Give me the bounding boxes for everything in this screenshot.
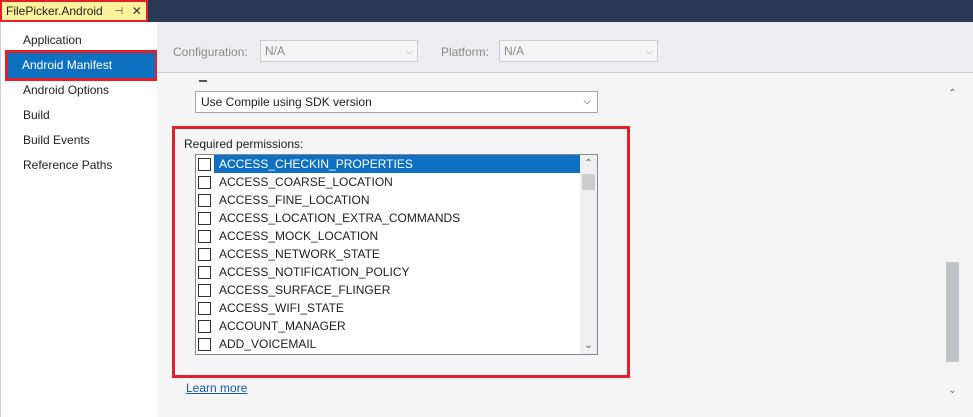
permission-name: ACCOUNT_MANAGER <box>219 319 346 333</box>
sidebar-item-android-options[interactable]: Android Options <box>1 78 158 103</box>
list-item[interactable]: ACCESS_COARSE_LOCATION <box>196 173 580 191</box>
list-item[interactable]: ACCESS_NOTIFICATION_POLICY <box>196 263 580 281</box>
permission-name: ACCESS_FINE_LOCATION <box>219 193 370 207</box>
configuration-label: Configuration: <box>173 45 248 59</box>
list-item[interactable]: ACCOUNT_MANAGER <box>196 317 580 335</box>
permissions-scrollbar[interactable]: ⌃ ⌄ <box>580 155 597 354</box>
permission-name: ACCESS_NETWORK_STATE <box>219 247 380 261</box>
document-tab-bar: FilePicker.Android ⊣ ✕ <box>0 0 973 22</box>
list-item[interactable]: ACCESS_SURFACE_FLINGER <box>196 281 580 299</box>
chevron-down-icon[interactable]: ⌄ <box>944 382 961 399</box>
target-sdk-value: Use Compile using SDK version <box>201 95 372 109</box>
platform-value: N/A <box>504 44 525 58</box>
target-sdk-select[interactable]: Use Compile using SDK version ⌵ <box>195 91 598 113</box>
sidebar-item-application[interactable]: Application <box>1 28 158 53</box>
permission-name: ACCESS_MOCK_LOCATION <box>219 229 379 243</box>
platform-select: N/A ⌵ <box>499 40 658 62</box>
permission-checkbox[interactable] <box>198 337 211 351</box>
main-scroll-thumb[interactable] <box>946 262 959 362</box>
sidebar-item-android-manifest[interactable]: Android Manifest <box>5 50 158 81</box>
permissions-list[interactable]: ACCESS_CHECKIN_PROPERTIES ACCESS_COARSE_… <box>195 154 598 355</box>
chevron-up-icon[interactable]: ⌃ <box>580 155 597 172</box>
document-tab-title: FilePicker.Android <box>6 4 103 18</box>
required-permissions-label: Required permissions: <box>184 137 304 151</box>
sidebar-item-build-events[interactable]: Build Events <box>1 128 158 153</box>
list-item[interactable]: ACCESS_FINE_LOCATION <box>196 191 580 209</box>
permission-name: ACCESS_NOTIFICATION_POLICY <box>219 265 410 279</box>
chevron-down-icon: ⌵ <box>646 46 653 56</box>
close-icon[interactable]: ✕ <box>131 4 143 18</box>
sidebar-item-build[interactable]: Build <box>1 103 158 128</box>
configuration-value: N/A <box>265 44 286 58</box>
list-item[interactable]: ACCESS_CHECKIN_PROPERTIES <box>196 155 580 173</box>
permission-name: ACCESS_SURFACE_FLINGER <box>219 283 391 297</box>
permission-checkbox[interactable] <box>198 193 211 207</box>
permission-name: ACCESS_COARSE_LOCATION <box>219 175 393 189</box>
permission-checkbox[interactable] <box>198 247 211 261</box>
chevron-up-icon[interactable]: ⌃ <box>944 85 961 102</box>
platform-label: Platform: <box>441 45 490 59</box>
list-item[interactable]: ADD_VOICEMAIL <box>196 335 580 353</box>
permission-checkbox[interactable] <box>198 157 211 171</box>
permission-checkbox[interactable] <box>198 301 211 315</box>
permissions-scroll-thumb[interactable] <box>582 174 595 190</box>
permission-name: ACCESS_LOCATION_EXTRA_COMMANDS <box>219 211 461 225</box>
sidebar-item-reference-paths[interactable]: Reference Paths <box>1 153 158 178</box>
document-tab[interactable]: FilePicker.Android ⊣ ✕ <box>0 0 148 22</box>
learn-more-link[interactable]: Learn more <box>186 381 247 395</box>
list-item[interactable]: ACCESS_WIFI_STATE <box>196 299 580 317</box>
chevron-down-icon[interactable]: ⌄ <box>580 337 597 354</box>
properties-sidebar: Application Android Manifest Android Opt… <box>0 22 158 417</box>
permission-name: ADD_VOICEMAIL <box>219 337 317 351</box>
list-item[interactable]: ACCESS_MOCK_LOCATION <box>196 227 580 245</box>
main-scrollbar[interactable]: ⌃ ⌄ <box>944 80 961 417</box>
permission-name: ACCESS_WIFI_STATE <box>219 301 344 315</box>
list-item[interactable]: ACCESS_LOCATION_EXTRA_COMMANDS <box>196 209 580 227</box>
pin-icon[interactable]: ⊣ <box>113 6 125 17</box>
list-item[interactable]: ACCESS_NETWORK_STATE <box>196 245 580 263</box>
chevron-down-icon: ⌵ <box>406 46 413 56</box>
clipped-heading-fragment <box>199 79 207 82</box>
permission-checkbox[interactable] <box>198 319 211 333</box>
permission-name: ACCESS_CHECKIN_PROPERTIES <box>219 157 413 171</box>
chevron-down-icon: ⌵ <box>583 96 591 107</box>
permission-checkbox[interactable] <box>198 283 211 297</box>
configuration-select: N/A ⌵ <box>260 40 418 62</box>
permission-checkbox[interactable] <box>198 211 211 225</box>
permission-checkbox[interactable] <box>198 229 211 243</box>
permission-checkbox[interactable] <box>198 175 211 189</box>
permission-checkbox[interactable] <box>198 265 211 279</box>
